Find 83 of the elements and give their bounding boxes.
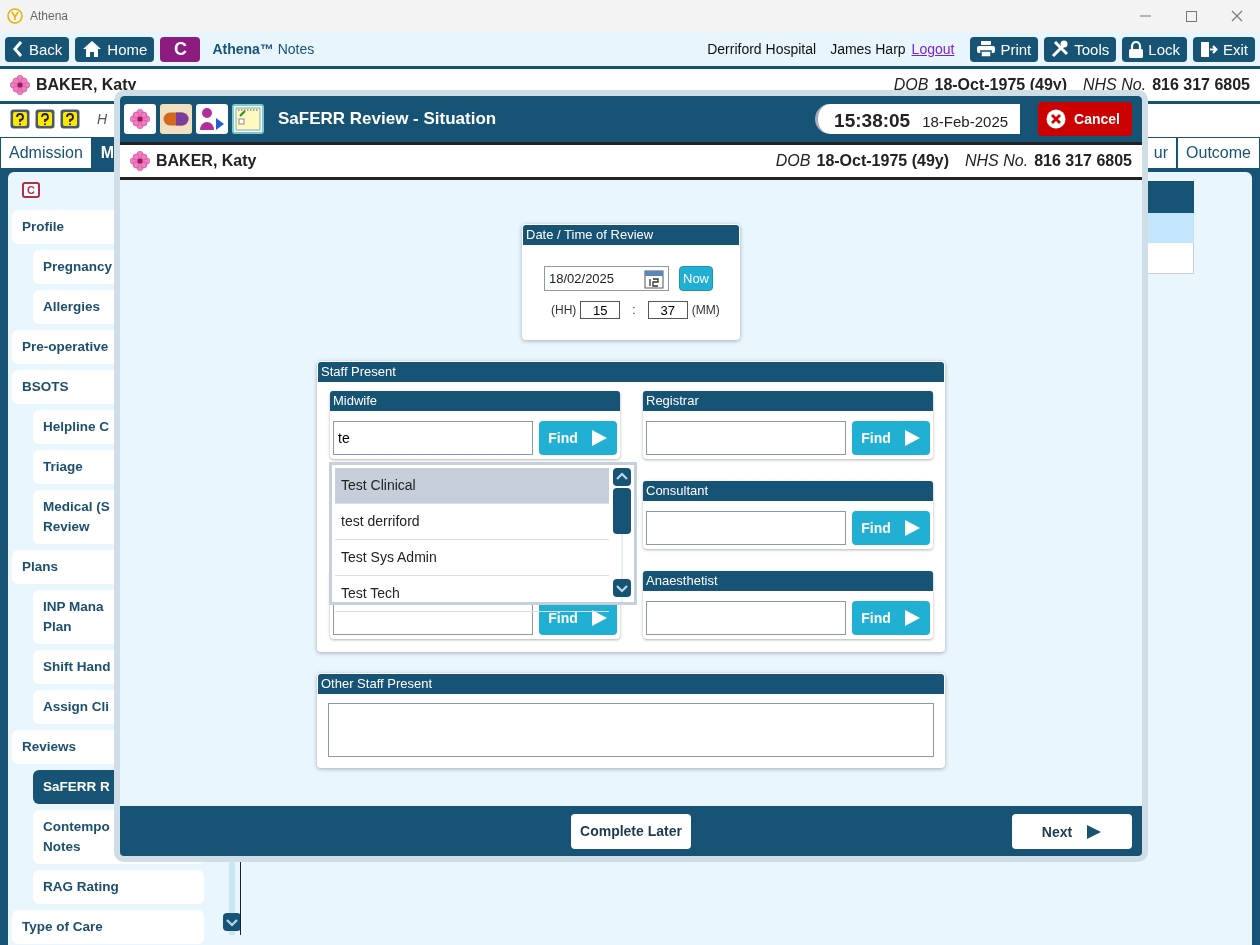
user-name: James Harp — [830, 41, 906, 57]
section-header: Anaesthetist — [643, 571, 933, 591]
pill-icon[interactable] — [160, 104, 192, 134]
tab[interactable]: Outcome — [1177, 137, 1260, 168]
section-header: Other Staff Present — [318, 674, 944, 694]
flower-icon — [10, 75, 30, 95]
c-badge-icon: C — [22, 182, 40, 198]
nhs-label: NHS No. — [1083, 76, 1147, 94]
flower-icon — [130, 151, 150, 171]
nav-item[interactable]: RAG Rating — [33, 870, 204, 904]
close-circle-icon — [1046, 109, 1067, 129]
minute-label: (MM) — [691, 303, 720, 317]
section-header: Midwife — [330, 391, 620, 411]
calendar-icon[interactable] — [644, 268, 664, 289]
play-icon — [902, 609, 921, 627]
nhs-number: 816 317 6805 — [1034, 152, 1132, 170]
help-icon[interactable] — [60, 109, 80, 129]
maximize-icon[interactable] — [1185, 10, 1197, 22]
play-icon — [589, 609, 608, 627]
hour-field[interactable]: 15 — [580, 301, 621, 319]
section-header: Staff Present — [318, 362, 944, 382]
play-icon — [1086, 823, 1103, 840]
dropdown-option[interactable]: Test Clinical — [335, 468, 609, 504]
staff-search-field[interactable]: te — [333, 421, 533, 455]
exit-door-icon — [1200, 40, 1218, 58]
help-icon[interactable] — [35, 109, 55, 129]
clock-date: 18-Feb-2025 — [922, 113, 1009, 130]
scroll-thumb[interactable] — [613, 488, 631, 534]
dropdown-option[interactable]: test derriford — [335, 504, 609, 540]
date-field[interactable]: 18/02/2025 — [544, 266, 669, 291]
section-header: Date / Time of Review — [523, 225, 739, 245]
other-staff-field[interactable] — [328, 703, 934, 757]
exit-button[interactable]: Exit — [1193, 36, 1255, 62]
time-separator: : — [632, 303, 636, 317]
tools-icon — [1051, 40, 1070, 58]
dialog-title: SaFERR Review - Situation — [278, 109, 498, 129]
next-button[interactable]: Next — [1012, 814, 1132, 849]
dob-label: DOB — [893, 76, 929, 94]
home-icon — [82, 40, 103, 58]
app-logo-icon — [7, 8, 23, 24]
printer-icon — [977, 41, 996, 57]
tools-button[interactable]: Tools — [1044, 36, 1117, 62]
play-icon — [902, 429, 921, 447]
nhs-label: NHS No. — [965, 152, 1029, 170]
dropdown-option[interactable]: Test Tech — [335, 576, 609, 612]
chevron-left-icon — [12, 41, 24, 57]
hour-label: (HH) — [551, 303, 577, 317]
section-header: Consultant — [643, 481, 933, 501]
dob-value: 18-Oct-1975 (49y) — [816, 152, 949, 170]
nav-item[interactable]: Type of Care — [12, 910, 204, 944]
play-icon — [589, 429, 608, 447]
dob-label: DOB — [775, 152, 811, 170]
window-title: Athena — [30, 9, 70, 23]
app-name: Athena™ Notes — [212, 41, 315, 57]
staff-search-field[interactable] — [646, 511, 846, 545]
lock-button[interactable]: Lock — [1122, 36, 1187, 62]
flower-icon[interactable] — [124, 104, 156, 134]
back-button[interactable]: Back — [5, 36, 70, 62]
info-text: H — [97, 111, 108, 127]
play-icon — [902, 519, 921, 537]
staff-search-field[interactable] — [646, 421, 846, 455]
dropdown-option[interactable]: Test Sys Admin — [335, 540, 609, 576]
home-button[interactable]: Home — [75, 36, 155, 62]
tab[interactable]: Admission — [0, 137, 92, 168]
c-button[interactable]: C — [160, 36, 201, 62]
staff-search-field[interactable] — [646, 601, 846, 635]
notepad-icon[interactable] — [232, 104, 264, 134]
minute-field[interactable]: 37 — [647, 301, 688, 319]
patient-name: BAKER, Katy — [36, 76, 137, 94]
close-icon[interactable] — [1231, 10, 1243, 22]
scroll-up-icon[interactable] — [613, 468, 631, 486]
clock-time: 15:38:05 — [834, 110, 911, 132]
logout-link[interactable]: Logout — [911, 41, 955, 57]
patient-name: BAKER, Katy — [156, 152, 257, 170]
lock-icon — [1129, 40, 1144, 58]
help-list-icon[interactable] — [10, 109, 30, 129]
print-button[interactable]: Print — [970, 36, 1039, 62]
hospital-name: Derriford Hospital — [707, 41, 817, 57]
nhs-number: 816 317 6805 — [1152, 76, 1250, 94]
date-value: 18/02/2025 — [549, 271, 615, 286]
complete-later-button[interactable]: Complete Later — [571, 813, 691, 849]
cancel-button[interactable]: Cancel — [1038, 102, 1132, 136]
section-header: Registrar — [643, 391, 933, 411]
